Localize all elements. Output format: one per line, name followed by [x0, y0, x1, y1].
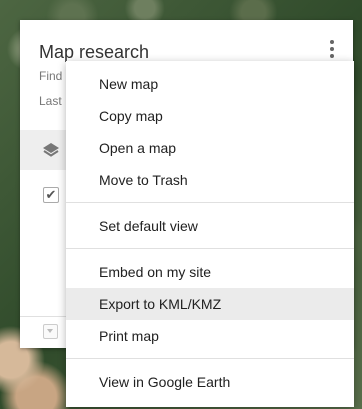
menu-divider: [66, 248, 354, 249]
menu-item-move-to-trash[interactable]: Move to Trash: [66, 164, 354, 196]
menu-item-view-google-earth[interactable]: View in Google Earth: [66, 366, 354, 398]
more-vert-icon[interactable]: [323, 38, 341, 60]
menu-divider: [66, 358, 354, 359]
menu-item-export-kml[interactable]: Export to KML/KMZ: [66, 288, 354, 320]
menu-item-embed[interactable]: Embed on my site: [66, 256, 354, 288]
menu-item-open-map[interactable]: Open a map: [66, 132, 354, 164]
menu-divider: [66, 202, 354, 203]
chevron-down-icon[interactable]: [43, 324, 58, 339]
layers-icon: [43, 143, 59, 157]
last-edited-line: Last: [39, 94, 62, 108]
menu-item-copy-map[interactable]: Copy map: [66, 100, 354, 132]
menu-item-set-default-view[interactable]: Set default view: [66, 210, 354, 242]
map-subtitle-line: Find: [39, 69, 63, 83]
map-options-menu: New map Copy map Open a map Move to Tras…: [66, 61, 354, 407]
menu-item-new-map[interactable]: New map: [66, 68, 354, 100]
menu-item-print-map[interactable]: Print map: [66, 320, 354, 352]
map-title[interactable]: Map research: [39, 42, 149, 63]
checkbox-checked-icon[interactable]: ✔: [43, 187, 59, 203]
